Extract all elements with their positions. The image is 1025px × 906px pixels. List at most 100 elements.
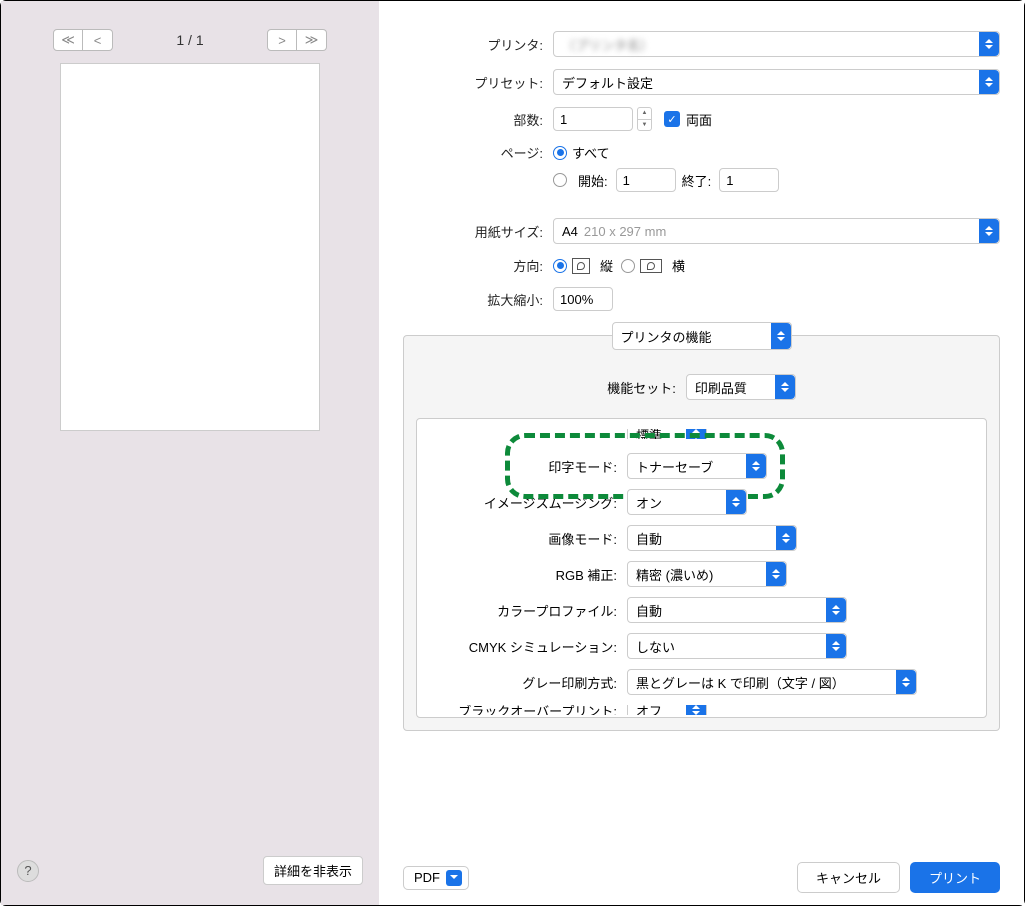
select-arrows-icon	[766, 562, 786, 586]
pages-label: ページ:	[403, 143, 553, 162]
page-indicator: 1 / 1	[176, 32, 203, 48]
paper-size-select[interactable]: A4 210 x 297 mm	[553, 218, 1000, 244]
features-scroll[interactable]: 標準 印字モード: トナーセーブ イメージスムージング:	[416, 418, 987, 718]
preset-value: デフォルト設定	[562, 73, 653, 92]
image-smoothing-row: イメージスムージング: オン	[427, 489, 976, 515]
feature-set-row: 機能セット: 印刷品質	[416, 374, 987, 400]
pages-all-radio[interactable]	[553, 146, 567, 160]
feature-set-label: 機能セット:	[607, 378, 676, 397]
nav-forward-buttons: > ≫	[267, 29, 327, 51]
rgb-correction-row: RGB 補正: 精密 (濃いめ)	[427, 561, 976, 587]
printer-label: プリンタ:	[403, 35, 553, 54]
preset-label: プリセット:	[403, 73, 553, 92]
image-mode-label: 画像モード:	[427, 529, 627, 548]
cmyk-sim-row: CMYK シミュレーション: しない	[427, 633, 976, 659]
first-page-button[interactable]: ≪	[53, 29, 83, 51]
select-arrows-icon	[979, 70, 999, 94]
landscape-label: 横	[672, 256, 685, 275]
settings-pane: プリンタ: （プリンタ名） プリセット: デフォルト設定 部数: 1 ▲▼ 両面…	[379, 1, 1024, 905]
features-inner: 機能セット: 印刷品質 標準 印字モード	[416, 374, 987, 718]
image-smoothing-select[interactable]: オン	[627, 489, 747, 515]
duplex-checkbox[interactable]	[664, 111, 680, 127]
next-page-button[interactable]: >	[267, 29, 297, 51]
gray-print-select[interactable]: 黒とグレーは K で印刷（文字 / 図）	[627, 669, 917, 695]
image-mode-select[interactable]: 自動	[627, 525, 797, 551]
preset-select[interactable]: デフォルト設定	[553, 69, 1000, 95]
last-page-button[interactable]: ≫	[297, 29, 327, 51]
orientation-label: 方向:	[403, 256, 553, 275]
landscape-radio[interactable]	[621, 259, 635, 273]
select-arrows-icon	[686, 705, 706, 715]
duplex-label: 両面	[686, 110, 712, 129]
pdf-menu-button[interactable]: PDF	[403, 866, 469, 890]
landscape-icon	[640, 259, 662, 273]
gray-print-row: グレー印刷方式: 黒とグレーは K で印刷（文字 / 図）	[427, 669, 976, 695]
preview-nav: ≪ < 1 / 1 > ≫	[13, 13, 367, 63]
select-arrows-icon	[775, 375, 795, 399]
print-mode-label: 印字モード:	[427, 457, 627, 476]
select-arrows-icon	[826, 634, 846, 658]
features-panel: プリンタの機能 機能セット: 印刷品質 標準	[403, 335, 1000, 731]
cmyk-sim-select[interactable]: しない	[627, 633, 847, 659]
image-mode-row: 画像モード: 自動	[427, 525, 976, 551]
preview-pane: ≪ < 1 / 1 > ≫ ? 詳細を非表示	[1, 1, 379, 905]
pages-from-input[interactable]: 1	[616, 168, 676, 192]
select-arrows-icon	[776, 526, 796, 550]
black-overprint-select[interactable]: オフ	[627, 705, 707, 715]
feature-set-select[interactable]: 印刷品質	[686, 374, 796, 400]
copies-row: 部数: 1 ▲▼ 両面	[403, 107, 1000, 131]
paper-size-label: 用紙サイズ:	[403, 222, 553, 241]
printer-value: （プリンタ名）	[562, 35, 653, 54]
print-dialog: ≪ < 1 / 1 > ≫ ? 詳細を非表示 プリンタ: （プリンタ名） プリセ…	[0, 0, 1025, 906]
orientation-row: 方向: 縦 横	[403, 256, 1000, 275]
scale-label: 拡大縮小:	[403, 290, 553, 309]
print-mode-select[interactable]: トナーセーブ	[627, 453, 767, 479]
copies-label: 部数:	[403, 110, 553, 129]
nav-back-buttons: ≪ <	[53, 29, 113, 51]
color-profile-select[interactable]: 自動	[627, 597, 847, 623]
select-arrows-icon	[686, 429, 706, 439]
portrait-icon	[572, 258, 590, 274]
pages-range-row: 開始: 1 終了: 1	[403, 168, 1000, 192]
select-arrows-icon	[896, 670, 916, 694]
tone-mode-select[interactable]: 標準	[627, 429, 707, 439]
black-overprint-row: ブラックオーバープリント: オフ	[427, 705, 976, 715]
features-tab: プリンタの機能	[612, 322, 792, 350]
pages-to-label: 終了:	[682, 171, 712, 190]
pages-row: ページ: すべて	[403, 143, 1000, 162]
copies-input[interactable]: 1	[553, 107, 633, 131]
select-arrows-icon	[826, 598, 846, 622]
color-profile-row: カラープロファイル: 自動	[427, 597, 976, 623]
scale-row: 拡大縮小: 100%	[403, 287, 1000, 311]
copies-stepper[interactable]: ▲▼	[637, 107, 652, 131]
scale-input[interactable]: 100%	[553, 287, 613, 311]
cmyk-sim-label: CMYK シミュレーション:	[427, 637, 627, 656]
print-mode-row: 印字モード: トナーセーブ	[427, 453, 976, 479]
color-profile-label: カラープロファイル:	[427, 601, 627, 620]
print-button[interactable]: プリント	[910, 862, 1000, 893]
features-tab-select[interactable]: プリンタの機能	[612, 322, 792, 350]
select-arrows-icon	[979, 219, 999, 243]
cancel-button[interactable]: キャンセル	[797, 862, 900, 893]
preset-row: プリセット: デフォルト設定	[403, 69, 1000, 95]
chevron-down-icon	[446, 870, 462, 886]
hide-details-button[interactable]: 詳細を非表示	[263, 856, 363, 885]
select-arrows-icon	[746, 454, 766, 478]
tone-mode-row: 標準	[427, 429, 976, 439]
select-arrows-icon	[979, 32, 999, 56]
preview-footer: ? 詳細を非表示	[13, 848, 367, 893]
portrait-radio[interactable]	[553, 259, 567, 273]
help-button[interactable]: ?	[17, 860, 39, 882]
printer-select[interactable]: （プリンタ名）	[553, 31, 1000, 57]
pages-to-input[interactable]: 1	[719, 168, 779, 192]
paper-size-value: A4	[562, 224, 578, 239]
paper-size-row: 用紙サイズ: A4 210 x 297 mm	[403, 218, 1000, 244]
rgb-correction-label: RGB 補正:	[427, 565, 627, 584]
select-arrows-icon	[726, 490, 746, 514]
portrait-label: 縦	[600, 256, 613, 275]
prev-page-button[interactable]: <	[83, 29, 113, 51]
pages-range-radio[interactable]	[553, 173, 567, 187]
select-arrows-icon	[771, 323, 791, 349]
black-overprint-label: ブラックオーバープリント:	[427, 705, 627, 715]
rgb-correction-select[interactable]: 精密 (濃いめ)	[627, 561, 787, 587]
